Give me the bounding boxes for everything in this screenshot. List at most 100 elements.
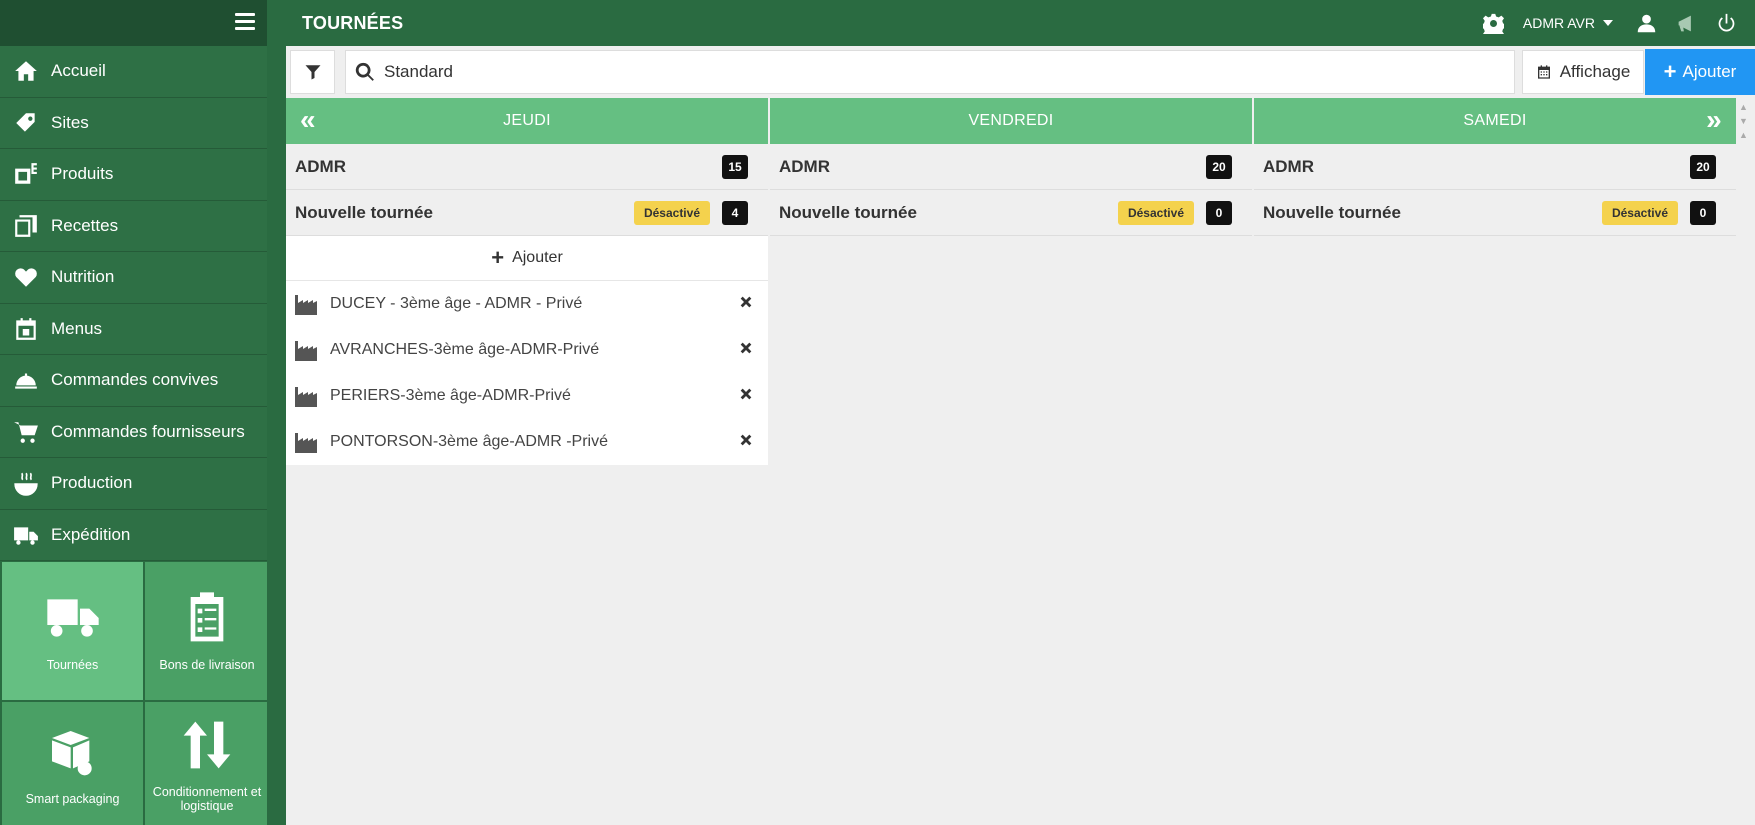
column-header: « JEUDI bbox=[286, 98, 768, 144]
group-row[interactable]: ADMR 15 bbox=[286, 144, 768, 190]
search-box bbox=[345, 50, 1515, 94]
toolbar: Affichage + Ajouter bbox=[286, 46, 1755, 96]
tile-label: Smart packaging bbox=[25, 791, 120, 806]
site-name: DUCEY - 3ème âge - ADMR - Privé bbox=[330, 295, 583, 312]
tour-row[interactable]: Nouvelle tournée Désactivé 0 bbox=[1254, 190, 1736, 236]
tile-label: Bons de livraison bbox=[159, 658, 255, 672]
scrollbar[interactable]: ▲ ▼ ▲ bbox=[1739, 102, 1751, 140]
list-item[interactable]: DUCEY - 3ème âge - ADMR - Privé bbox=[286, 281, 768, 327]
sidebar-item-nutrition[interactable]: Nutrition bbox=[0, 252, 267, 304]
affichage-button[interactable]: Affichage bbox=[1522, 50, 1644, 94]
chevron-down-icon[interactable] bbox=[1603, 20, 1613, 26]
tour-row[interactable]: Nouvelle tournée Désactivé 0 bbox=[770, 190, 1252, 236]
column-day-label: SAMEDI bbox=[1463, 112, 1527, 129]
tag-icon bbox=[12, 109, 39, 136]
tour-name: Nouvelle tournée bbox=[295, 202, 433, 222]
group-row[interactable]: ADMR 20 bbox=[1254, 144, 1736, 190]
scroll-up-icon[interactable]: ▲ bbox=[1739, 102, 1751, 112]
cloche-icon bbox=[12, 367, 39, 394]
count-badge: 15 bbox=[722, 154, 748, 179]
add-site-label: Ajouter bbox=[512, 249, 563, 266]
tile-bons-de-livraison[interactable]: Bons de livraison bbox=[145, 562, 269, 700]
page-title: TOURNÉES bbox=[302, 12, 404, 33]
chevron-double-left-icon[interactable]: « bbox=[300, 106, 316, 134]
list-item[interactable]: PERIERS-3ème âge-ADMR-Privé bbox=[286, 373, 768, 419]
site-name: AVRANCHES-3ème âge-ADMR-Privé bbox=[330, 341, 600, 358]
menu-toggle-icon[interactable] bbox=[235, 13, 255, 31]
close-icon[interactable] bbox=[738, 432, 756, 450]
calendar-icon bbox=[12, 315, 39, 342]
add-site-button[interactable]: + Ajouter bbox=[286, 236, 768, 281]
add-button[interactable]: + Ajouter bbox=[1645, 49, 1755, 95]
factory-icon bbox=[295, 295, 317, 315]
sidebar-item-label: Produits bbox=[51, 164, 114, 184]
column-day-label: JEUDI bbox=[503, 112, 551, 129]
sidebar-item-accueil[interactable]: Accueil bbox=[0, 46, 267, 98]
sidebar-item-label: Recettes bbox=[51, 215, 119, 235]
sidebar-item-sites[interactable]: Sites bbox=[0, 97, 267, 149]
sidebar-item-label: Sites bbox=[51, 112, 89, 132]
filter-icon bbox=[305, 65, 320, 80]
filter-button[interactable] bbox=[290, 50, 335, 94]
sidebar: Accueil Sites Produits Recettes Nutritio… bbox=[0, 0, 269, 825]
cart-icon bbox=[12, 418, 39, 445]
packaging-icon bbox=[51, 730, 92, 775]
group-name: ADMR bbox=[295, 156, 346, 176]
sidebar-item-commandes-fournisseurs[interactable]: Commandes fournisseurs bbox=[0, 406, 267, 458]
group-row[interactable]: ADMR 20 bbox=[770, 144, 1252, 190]
sidebar-item-produits[interactable]: Produits bbox=[0, 149, 267, 201]
sidebar-item-label: Expédition bbox=[51, 524, 131, 544]
user-name[interactable]: ADMR AVR bbox=[1523, 15, 1595, 31]
tile-label: Conditionnement et logistique bbox=[152, 784, 262, 813]
sidebar-item-label: Accueil bbox=[51, 61, 106, 81]
home-icon bbox=[12, 58, 39, 85]
close-icon[interactable] bbox=[738, 340, 756, 358]
tile-conditionnement[interactable]: Conditionnement et logistique bbox=[145, 702, 269, 825]
scroll-up-icon[interactable]: ▲ bbox=[1739, 130, 1751, 140]
sidebar-item-menus[interactable]: Menus bbox=[0, 303, 267, 355]
sidebar-item-label: Commandes fournisseurs bbox=[51, 421, 245, 441]
plus-icon: + bbox=[1663, 59, 1677, 84]
close-icon[interactable] bbox=[738, 294, 756, 312]
tour-row[interactable]: Nouvelle tournée Désactivé 4 bbox=[286, 190, 768, 236]
user-icon[interactable] bbox=[1635, 12, 1657, 34]
add-label: Ajouter bbox=[1682, 62, 1737, 81]
sidebar-divider bbox=[267, 0, 286, 825]
recipe-icon bbox=[12, 212, 39, 239]
chevron-double-right-icon[interactable]: » bbox=[1706, 106, 1722, 134]
tile-tournees[interactable]: Tournées bbox=[2, 562, 143, 700]
status-badge: Désactivé bbox=[1601, 200, 1678, 225]
affichage-label: Affichage bbox=[1559, 62, 1631, 81]
scroll-down-icon[interactable]: ▼ bbox=[1739, 116, 1751, 126]
gear-icon[interactable] bbox=[1483, 12, 1505, 34]
column-header: SAMEDI » bbox=[1254, 98, 1736, 144]
tour-name: Nouvelle tournée bbox=[1263, 202, 1401, 222]
sidebar-item-commandes-convives[interactable]: Commandes convives bbox=[0, 355, 267, 407]
count-badge: 20 bbox=[1206, 154, 1232, 179]
list-item[interactable]: PONTORSON-3ème âge-ADMR -Privé bbox=[286, 419, 768, 465]
column-header: VENDREDI bbox=[770, 98, 1252, 144]
close-icon[interactable] bbox=[738, 386, 756, 404]
sidebar-item-expedition[interactable]: Expédition bbox=[0, 509, 267, 561]
sidebar-tiles: Tournées Bons de livraison Smart packagi… bbox=[0, 562, 269, 825]
tour-name: Nouvelle tournée bbox=[779, 202, 917, 222]
day-column-samedi: SAMEDI » ADMR 20 Nouvelle tournée Désact… bbox=[1254, 98, 1736, 236]
group-name: ADMR bbox=[779, 156, 830, 176]
search-input[interactable] bbox=[384, 62, 1484, 82]
megaphone-icon[interactable] bbox=[1675, 12, 1697, 34]
power-icon[interactable] bbox=[1715, 12, 1737, 34]
count-badge: 0 bbox=[1690, 200, 1716, 225]
sidebar-item-recettes[interactable]: Recettes bbox=[0, 200, 267, 252]
list-item[interactable]: AVRANCHES-3ème âge-ADMR-Privé bbox=[286, 327, 768, 373]
clipboard-icon bbox=[190, 592, 224, 642]
topbar: TOURNÉES ADMR AVR bbox=[286, 0, 1755, 46]
tile-smart-packaging[interactable]: Smart packaging bbox=[2, 702, 143, 825]
site-name: PERIERS-3ème âge-ADMR-Privé bbox=[330, 387, 571, 404]
sidebar-item-label: Commandes convives bbox=[51, 370, 219, 390]
calendar-icon bbox=[1537, 65, 1550, 79]
status-badge: Désactivé bbox=[1117, 200, 1194, 225]
sidebar-header bbox=[0, 0, 267, 46]
sidebar-item-production[interactable]: Production bbox=[0, 458, 267, 510]
count-badge: 0 bbox=[1206, 200, 1232, 225]
sidebar-item-label: Menus bbox=[51, 318, 103, 338]
